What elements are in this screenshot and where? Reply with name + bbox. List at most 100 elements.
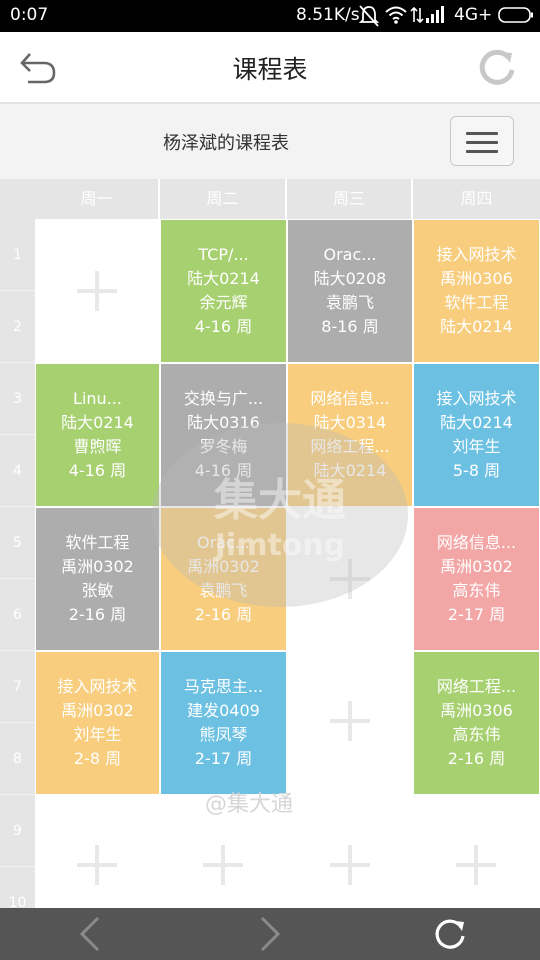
- prev-arrow-icon[interactable]: [70, 914, 110, 954]
- course-card[interactable]: Linu... 陆大0214 曹煦晖 4-16 周: [35, 363, 160, 507]
- status-time: 0:07: [10, 5, 49, 25]
- network-speed: 8.51K/s: [296, 5, 360, 25]
- schedule-header: 杨泽斌的课程表: [0, 104, 540, 179]
- course-card[interactable]: 接入网技术陆大0214 刘年生 5-8 周: [413, 363, 540, 507]
- add-course-icon[interactable]: [330, 559, 370, 599]
- course-line: 禹洲0306: [440, 701, 513, 720]
- bottom-nav-bar: [0, 908, 540, 960]
- course-line: 禹洲0302: [61, 701, 134, 720]
- period-label: 3: [0, 363, 35, 435]
- day-header-thu: 周四: [413, 179, 540, 219]
- page-title: 课程表: [232, 55, 308, 84]
- course-line: 接入网技术: [57, 677, 138, 696]
- add-course-icon[interactable]: [77, 271, 117, 311]
- course-card[interactable]: Orac... 禹洲0302 袁鹏飞 2-16 周: [160, 507, 287, 651]
- course-line: 软件工程: [444, 293, 509, 312]
- next-arrow-icon[interactable]: [250, 914, 290, 954]
- course-line: 曹煦晖: [73, 437, 122, 456]
- status-bar: 0:07 8.51K/s 4G+: [0, 0, 540, 32]
- schedule-name: 杨泽斌的课程表: [163, 133, 289, 154]
- course-line: 袁鹏飞: [325, 293, 374, 312]
- period-label: 5: [0, 507, 35, 579]
- course-line: 陆大0208: [313, 269, 387, 288]
- day-header-tue: 周二: [160, 179, 287, 219]
- course-line: 接入网技术: [436, 389, 517, 408]
- title-bar: 课程表: [0, 32, 540, 104]
- grid-corner: [0, 179, 35, 219]
- add-course-icon[interactable]: [456, 845, 496, 885]
- course-line: 刘年生: [452, 437, 501, 456]
- course-card[interactable]: Orac... 陆大0208 袁鹏飞 8-16 周: [287, 219, 413, 363]
- course-line: Linu...: [73, 389, 122, 408]
- course-line: 软件工程: [65, 533, 130, 552]
- course-line: 陆大0214: [61, 413, 134, 432]
- course-line: 4-16 周: [194, 317, 253, 336]
- course-line: 陆大0214: [187, 269, 260, 288]
- course-card[interactable]: 网络工程... 禹洲0306 高东伟 2-16 周: [413, 651, 540, 795]
- add-course-icon[interactable]: [77, 845, 117, 885]
- mute-icon: [358, 5, 380, 27]
- period-label: 8: [0, 723, 35, 795]
- period-label: 1: [0, 219, 35, 291]
- course-line: 网络信息...: [436, 533, 517, 552]
- course-card[interactable]: TCP/... 陆大0214 余元辉 4-16 周: [160, 219, 287, 363]
- watermark-handle: @集大通: [205, 792, 294, 817]
- course-line: 交换与广...: [183, 389, 264, 408]
- menu-button[interactable]: [450, 116, 514, 166]
- course-line: 禹洲0302: [187, 557, 260, 576]
- course-line: TCP/...: [198, 245, 249, 264]
- battery-icon: [498, 7, 533, 23]
- add-course-icon[interactable]: [203, 845, 243, 885]
- course-line: 禹洲0302: [440, 557, 513, 576]
- course-card[interactable]: 网络信息... 陆大0314 网络工程... 陆大0214: [287, 363, 413, 507]
- course-line: 8-16 周: [321, 317, 379, 336]
- course-line: 禹洲0302: [61, 557, 134, 576]
- course-line: 接入网技术: [436, 245, 517, 264]
- course-line: 网络工程...: [310, 437, 390, 456]
- course-line: 网络工程...: [436, 677, 517, 696]
- course-card[interactable]: 接入网技术禹洲0306 软件工程陆大0214: [413, 219, 540, 363]
- period-label: 6: [0, 579, 35, 651]
- course-line: 4-16 周: [68, 461, 127, 480]
- course-line: 高东伟: [452, 581, 501, 600]
- course-line: 刘年生: [73, 725, 122, 744]
- course-line: 2-16 周: [68, 605, 127, 624]
- add-course-icon[interactable]: [330, 845, 370, 885]
- course-line: 禹洲0306: [440, 269, 513, 288]
- refresh-icon[interactable]: [476, 46, 518, 88]
- course-line: 熊凤琴: [199, 725, 248, 744]
- period-label: 4: [0, 435, 35, 507]
- course-line: Orac...: [323, 245, 377, 264]
- course-line: 高东伟: [452, 725, 501, 744]
- add-course-icon[interactable]: [330, 701, 370, 741]
- day-header-mon: 周一: [35, 179, 160, 219]
- period-label: 7: [0, 651, 35, 723]
- course-line: 陆大0316: [187, 413, 260, 432]
- course-card[interactable]: 软件工程禹洲0302 张敏 2-16 周: [35, 507, 160, 651]
- course-card[interactable]: 接入网技术禹洲0302 刘年生 2-8 周: [35, 651, 160, 795]
- course-line: 袁鹏飞: [199, 581, 248, 600]
- course-line: 2-17 周: [447, 605, 506, 624]
- course-line: 2-16 周: [447, 749, 506, 768]
- course-line: 5-8 周: [452, 461, 501, 480]
- period-label: 2: [0, 291, 35, 363]
- course-line: 2-16 周: [194, 605, 253, 624]
- course-line: 陆大0314: [313, 413, 387, 432]
- course-line: 2-8 周: [73, 749, 122, 768]
- course-line: 陆大0214: [313, 461, 387, 480]
- course-card[interactable]: 网络信息... 禹洲0302 高东伟 2-17 周: [413, 507, 540, 651]
- course-line: 张敏: [81, 581, 114, 600]
- network-type: 4G+: [454, 5, 493, 25]
- course-card[interactable]: 交换与广... 陆大0316 罗冬梅 4-16 周: [160, 363, 287, 507]
- reload-icon[interactable]: [430, 914, 470, 954]
- course-line: 马克思主...: [183, 677, 264, 696]
- course-line: 陆大0214: [440, 413, 513, 432]
- signal-icon: [410, 6, 444, 24]
- course-line: 陆大0214: [440, 317, 513, 336]
- course-card[interactable]: 马克思主... 建发0409 熊凤琴 2-17 周: [160, 651, 287, 795]
- course-line: 罗冬梅: [199, 437, 248, 456]
- course-line: 网络信息...: [310, 389, 390, 408]
- course-line: 余元辉: [199, 293, 248, 312]
- course-line: Orac...: [196, 533, 251, 552]
- hamburger-menu-icon: [466, 132, 498, 135]
